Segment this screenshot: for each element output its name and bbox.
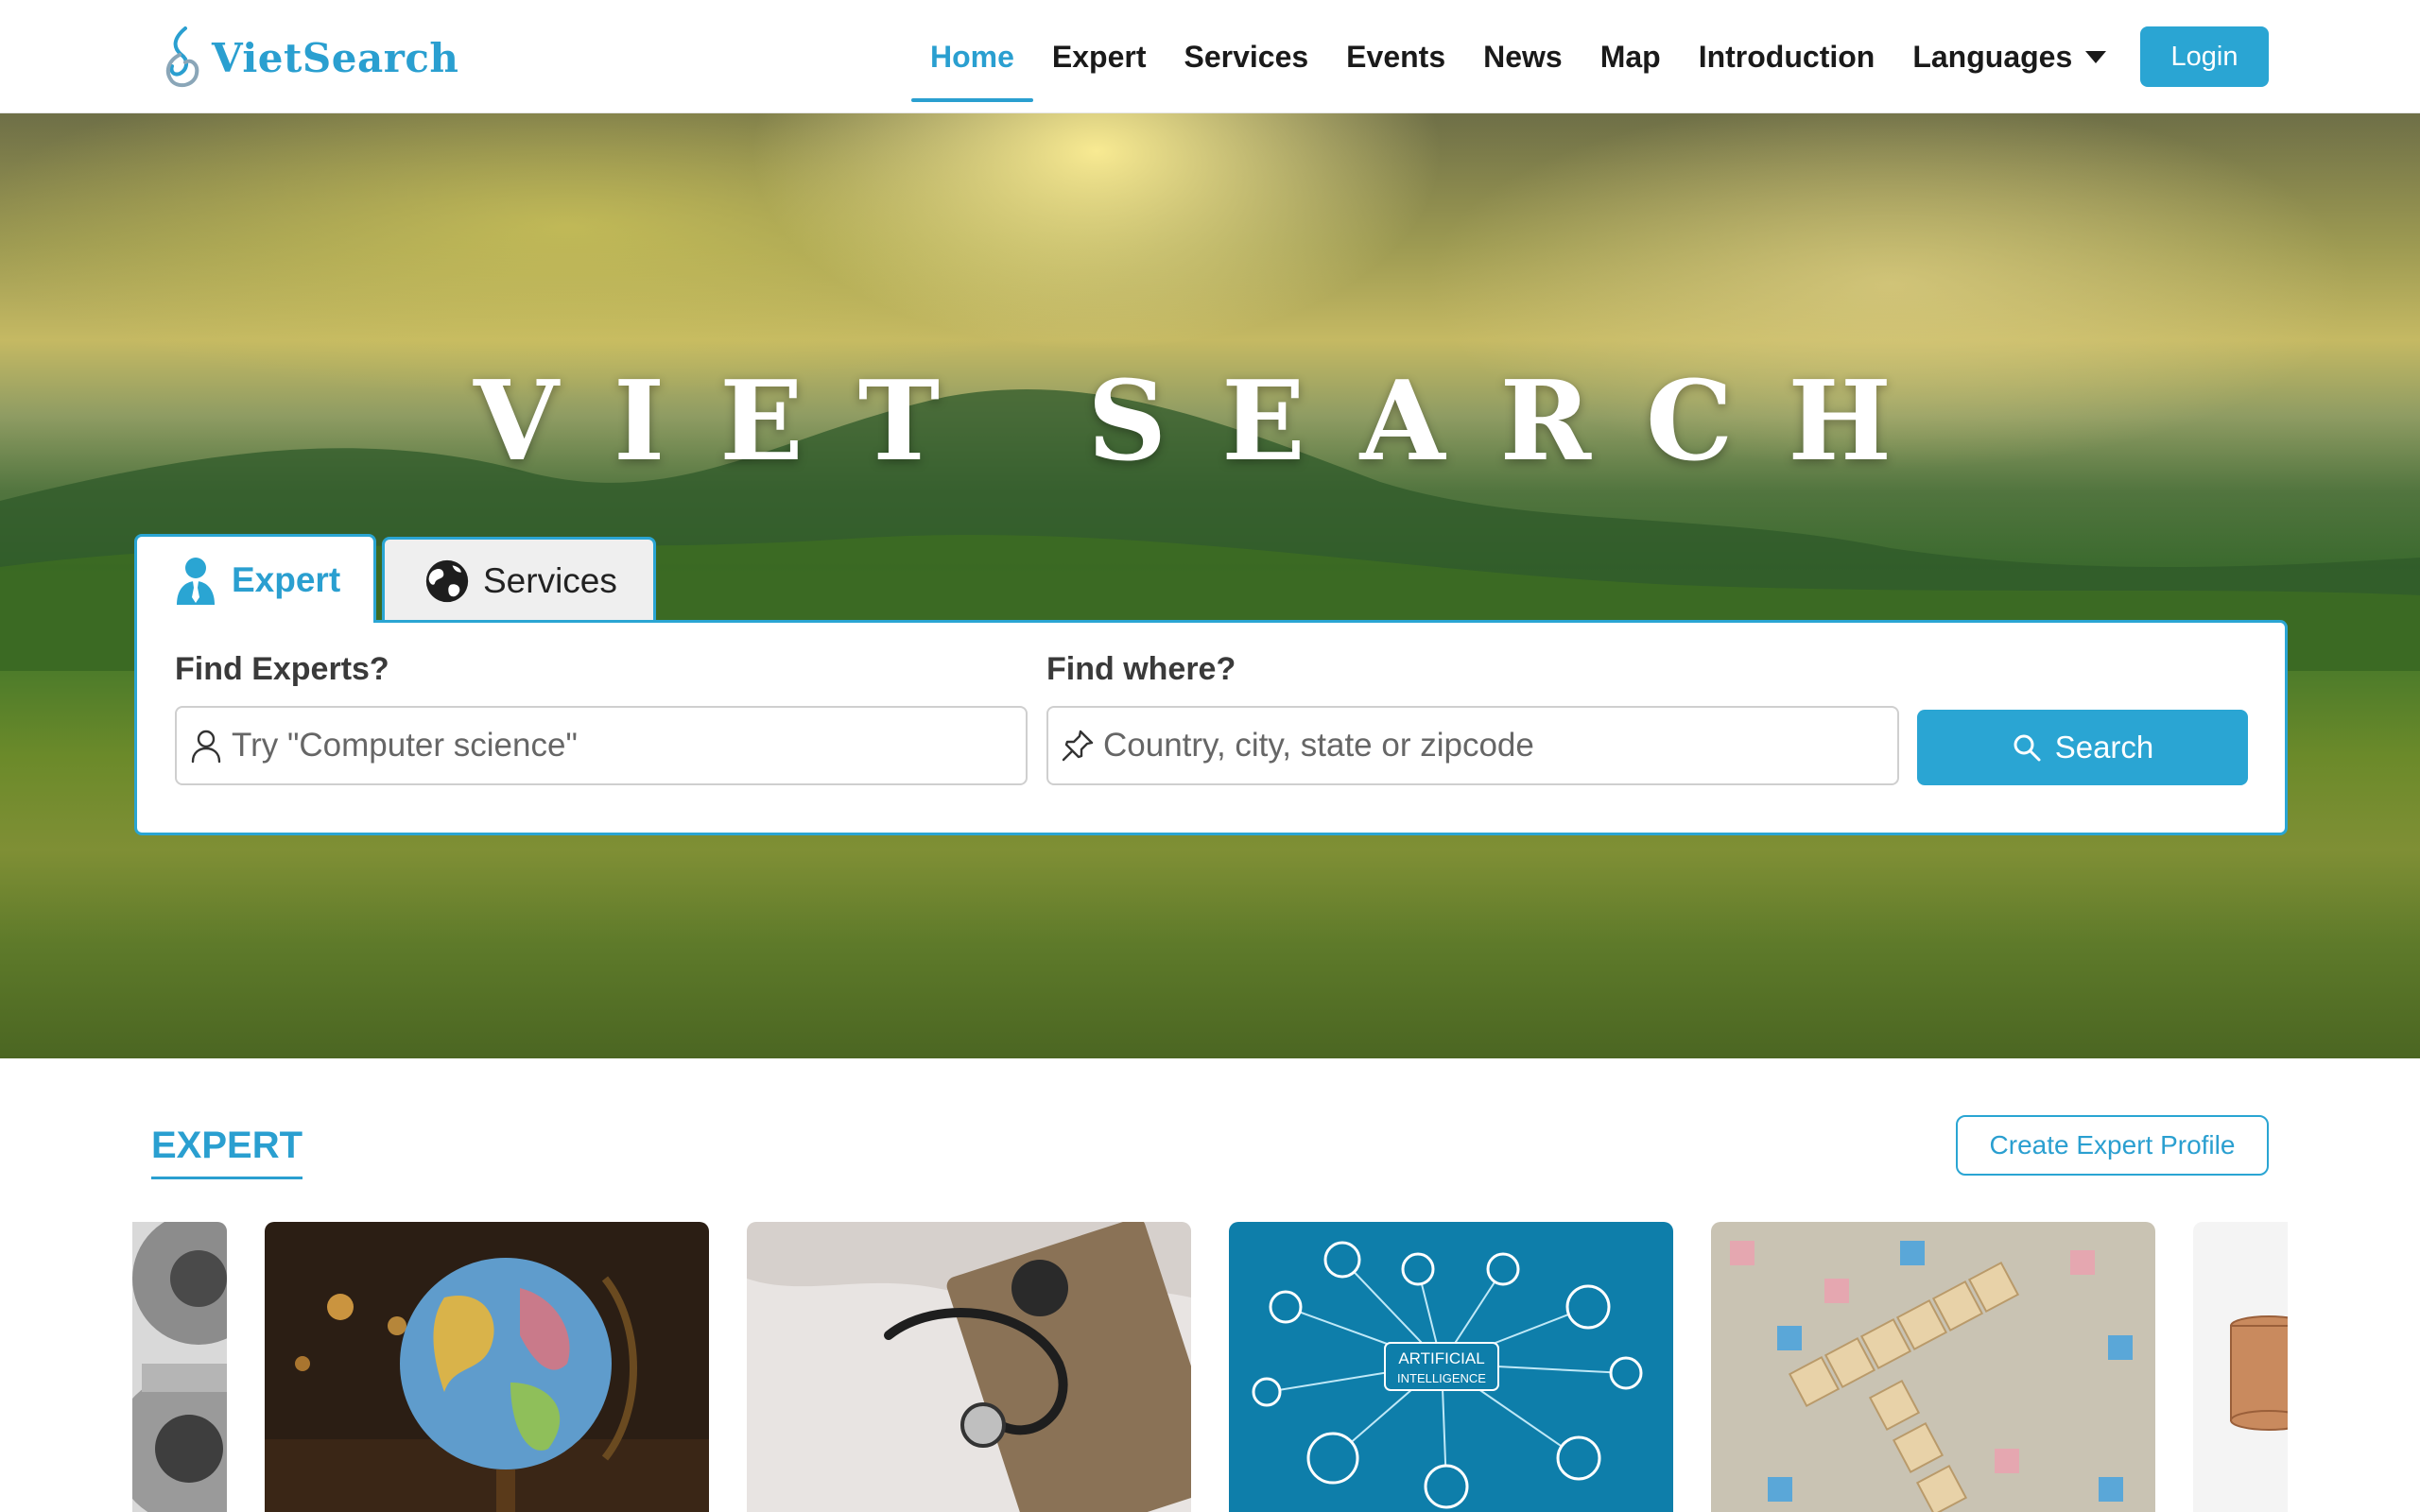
nav-languages-label: Languages: [1912, 39, 2073, 74]
expert-search-field[interactable]: [175, 706, 1028, 785]
nav-news[interactable]: News: [1464, 11, 1582, 102]
stethoscope-image: [747, 1222, 1191, 1512]
expert-card-coins[interactable]: [2193, 1222, 2288, 1512]
brand-logo[interactable]: VietSearch: [161, 25, 458, 91]
globe-photo-image: [265, 1222, 709, 1512]
ai-image-text-line2: INTELLIGENCE: [1397, 1371, 1486, 1385]
location-search-input[interactable]: [1103, 727, 1878, 765]
brand-name: VietSearch: [212, 34, 459, 81]
nav-introduction[interactable]: Introduction: [1680, 11, 1894, 102]
nav-languages-dropdown[interactable]: Languages: [1893, 11, 2125, 102]
artificial-intelligence-image: ARTIFICIAL INTELLIGENCE: [1229, 1222, 1673, 1512]
tab-expert-label: Expert: [232, 559, 341, 599]
hero-title: VIET SEARCH: [474, 357, 1946, 486]
top-navbar: VietSearch Home Expert Services Events N…: [0, 0, 2420, 113]
tab-services-label: Services: [483, 560, 617, 600]
nav-home[interactable]: Home: [911, 11, 1033, 102]
search-button-label: Search: [2054, 730, 2154, 765]
logo-icon: [165, 26, 199, 88]
find-experts-label: Find Experts?: [175, 651, 389, 687]
find-where-label: Find where?: [1046, 651, 1236, 687]
coins-image: [2193, 1222, 2288, 1512]
expert-card-artificial-intelligence[interactable]: ARTIFICIAL INTELLIGENCE: [1229, 1222, 1673, 1512]
user-outline-icon: [191, 730, 221, 764]
scrabble-image: [1711, 1222, 2155, 1512]
pin-icon: [1062, 730, 1094, 762]
expert-search-input[interactable]: [232, 727, 1007, 765]
nav-services[interactable]: Services: [1166, 11, 1328, 102]
expert-carousel: ARTIFICIAL INTELLIGENCE: [132, 1222, 2288, 1512]
search-icon: [2014, 734, 2041, 762]
expert-section-title: EXPERT: [151, 1125, 303, 1179]
search-panel: Find Experts? Find where? Search: [134, 620, 2288, 835]
expert-card-gears[interactable]: [132, 1222, 227, 1512]
gears-image: [132, 1222, 227, 1512]
search-button[interactable]: Search: [1917, 710, 2248, 785]
nav-events[interactable]: Events: [1327, 11, 1464, 102]
nav-expert[interactable]: Expert: [1033, 11, 1166, 102]
person-icon: [177, 557, 215, 605]
login-button[interactable]: Login: [2140, 26, 2269, 87]
tab-expert[interactable]: Expert: [134, 534, 376, 623]
expert-card-scrabble[interactable]: [1711, 1222, 2155, 1512]
ai-image-text-line1: ARTIFICIAL: [1398, 1349, 1484, 1367]
expert-card-stethoscope[interactable]: [747, 1222, 1191, 1512]
create-expert-profile-button[interactable]: Create Expert Profile: [1956, 1115, 2269, 1176]
caret-down-icon: [2085, 50, 2107, 63]
location-search-field[interactable]: [1046, 706, 1899, 785]
expert-card-globe[interactable]: [265, 1222, 709, 1512]
tab-services[interactable]: Services: [382, 537, 656, 622]
globe-icon: [425, 559, 469, 602]
nav-map[interactable]: Map: [1582, 11, 1680, 102]
main-nav: Home Expert Services Events News Map Int…: [911, 0, 2125, 113]
